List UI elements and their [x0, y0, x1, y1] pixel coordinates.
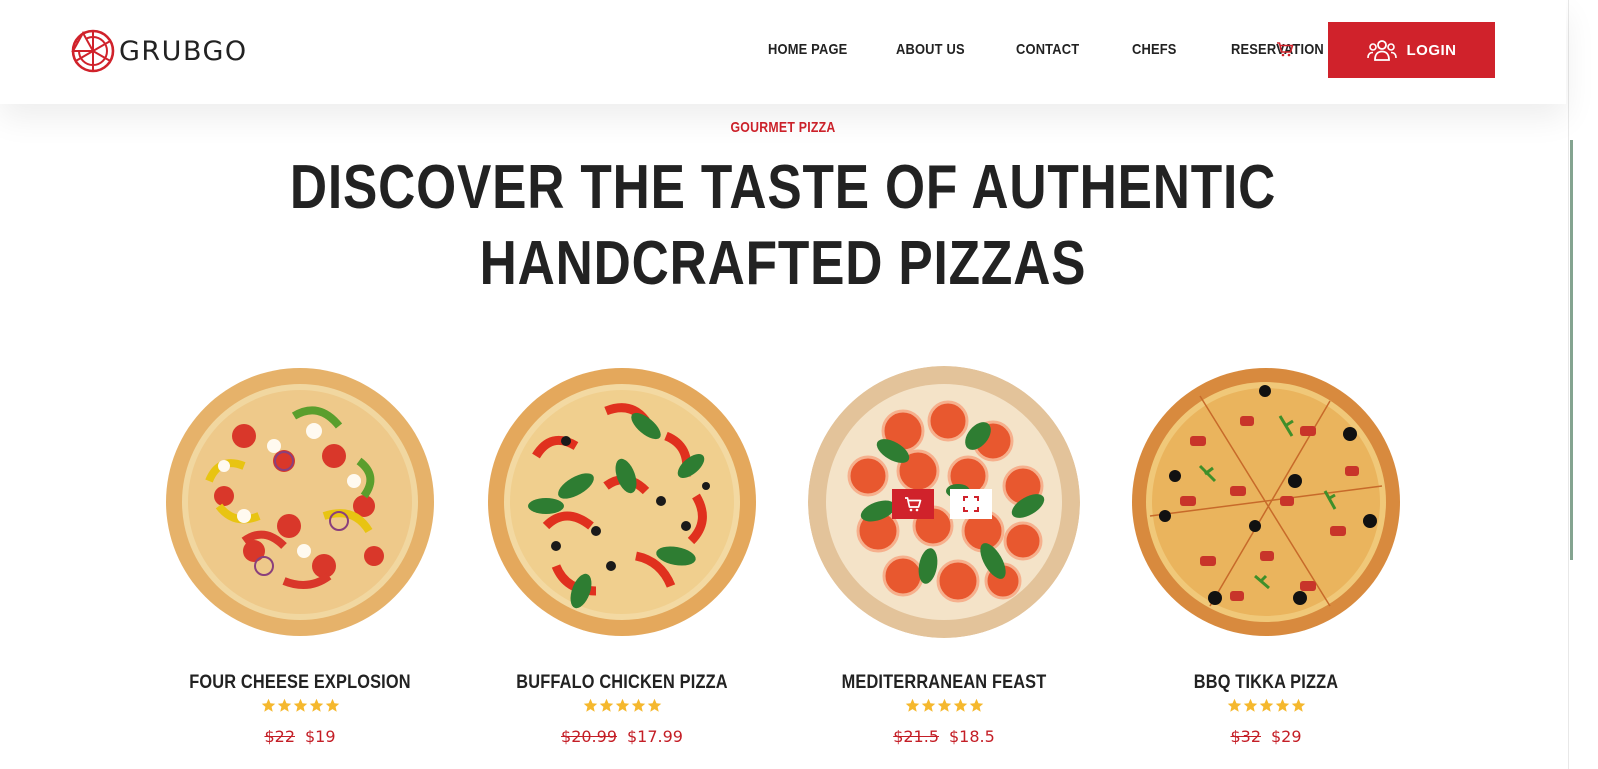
nav-home-page[interactable]: HOME PAGE [768, 41, 852, 58]
quick-view-button[interactable] [950, 489, 992, 519]
section-headline: DISCOVER THE TASTE OF AUTHENTIC HANDCRAF… [0, 150, 1566, 302]
price: $22 $19 [155, 727, 445, 746]
star-icon [1275, 698, 1289, 712]
headline-line-1: DISCOVER THE TASTE OF AUTHENTIC [289, 153, 1277, 222]
current-price: $18.5 [949, 727, 995, 746]
product-name[interactable]: MEDITERRANEAN FEAST [819, 672, 1068, 694]
pizza-image[interactable] [1130, 366, 1402, 638]
star-icon [921, 698, 935, 712]
nav-reservation[interactable]: RESERVATION [1231, 41, 1324, 58]
old-price: $20.99 [561, 727, 617, 746]
expand-icon [963, 496, 979, 512]
product-card[interactable]: FOUR CHEESE EXPLOSION $22 $19 [155, 366, 445, 746]
star-icon [953, 698, 967, 712]
star-icon [1259, 698, 1273, 712]
rating-stars [799, 698, 1089, 713]
pizza-image[interactable] [486, 366, 758, 638]
logo[interactable]: GRUBGO [69, 27, 248, 75]
star-icon [937, 698, 951, 712]
brand-name: GRUBGO [119, 35, 248, 67]
product-name[interactable]: FOUR CHEESE EXPLOSION [175, 672, 424, 694]
rating-stars [477, 698, 767, 713]
rating-stars [155, 698, 445, 713]
site-header: GRUBGO HOME PAGE ABOUT US CONTACT CHEFS … [0, 0, 1566, 104]
product-actions [892, 489, 992, 519]
product-card[interactable]: BUFFALO CHICKEN PIZZA $20.99 $17.99 [477, 366, 767, 746]
old-price: $22 [264, 727, 295, 746]
star-icon [325, 698, 339, 712]
price: $21.5 $18.5 [799, 727, 1089, 746]
rating-stars [1121, 698, 1411, 713]
star-icon [293, 698, 307, 712]
product-name[interactable]: BBQ TIKKA PIZZA [1141, 672, 1390, 694]
current-price: $17.99 [627, 727, 683, 746]
star-icon [1243, 698, 1257, 712]
product-name[interactable]: BUFFALO CHICKEN PIZZA [497, 672, 746, 694]
section-eyebrow: GOURMET PIZZA [730, 119, 836, 136]
star-icon [969, 698, 983, 712]
cart-icon [905, 497, 922, 512]
star-icon [1227, 698, 1241, 712]
old-price: $21.5 [893, 727, 939, 746]
star-icon [647, 698, 661, 712]
price: $20.99 $17.99 [477, 727, 767, 746]
pizza-image[interactable] [164, 366, 436, 638]
star-icon [1291, 698, 1305, 712]
login-label: LOGIN [1406, 41, 1457, 59]
star-icon [309, 698, 323, 712]
star-icon [277, 698, 291, 712]
price: $32 $29 [1121, 727, 1411, 746]
star-icon [583, 698, 597, 712]
product-card[interactable]: MEDITERRANEAN FEAST $21.5 $18.5 [799, 366, 1089, 746]
star-icon [615, 698, 629, 712]
nav-chefs[interactable]: CHEFS [1132, 41, 1191, 58]
old-price: $32 [1230, 727, 1261, 746]
nav-about-us[interactable]: ABOUT US [896, 41, 973, 58]
login-button[interactable]: LOGIN [1328, 22, 1495, 78]
star-icon [599, 698, 613, 712]
star-icon [261, 698, 275, 712]
browser-edge [1568, 0, 1598, 769]
nav-contact[interactable]: CONTACT [1016, 41, 1090, 58]
star-icon [905, 698, 919, 712]
product-card[interactable]: BBQ TIKKA PIZZA $32 $29 [1121, 366, 1411, 746]
headline-line-2: HANDCRAFTED PIZZAS [479, 229, 1087, 298]
star-icon [631, 698, 645, 712]
main-nav: HOME PAGE ABOUT US CONTACT CHEFS RESERVA… [768, 41, 1361, 58]
cart-icon[interactable] [1276, 41, 1294, 57]
current-price: $19 [305, 727, 336, 746]
pizza-logo-icon [71, 29, 115, 73]
current-price: $29 [1271, 727, 1302, 746]
add-to-cart-button[interactable] [892, 489, 934, 519]
users-icon [1366, 40, 1397, 61]
